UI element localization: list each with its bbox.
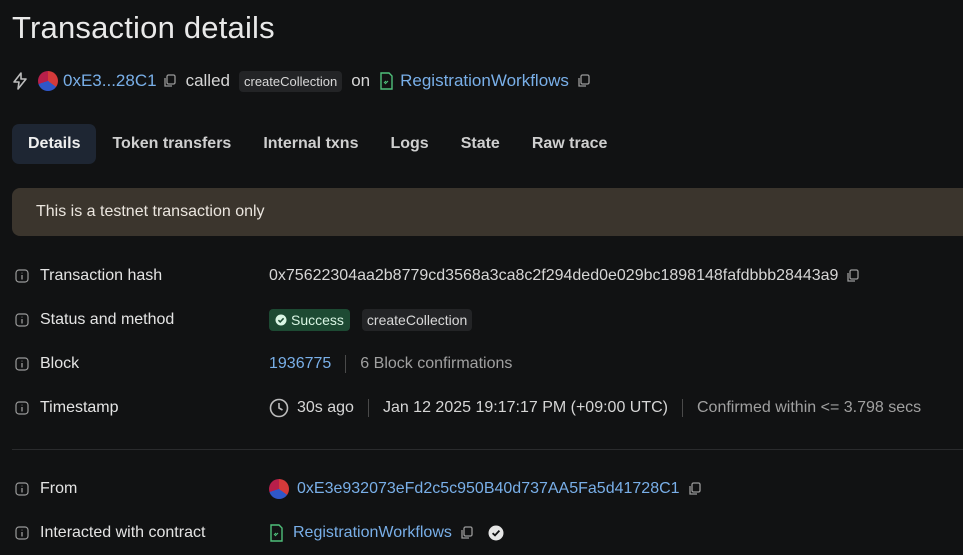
- copy-icon[interactable]: [688, 482, 702, 496]
- tab-internal-txns[interactable]: Internal txns: [247, 124, 374, 164]
- block-number-link[interactable]: 1936775: [269, 355, 331, 373]
- timestamp-label: Timestamp: [40, 399, 119, 416]
- timestamp-row: Timestamp 30s ago Jan 12 2025 19:17:17 P…: [15, 396, 963, 420]
- copy-icon[interactable]: [846, 269, 860, 283]
- separator: [367, 399, 369, 417]
- method-chip: createCollection: [238, 70, 343, 92]
- tx-hash-row: Transaction hash 0x75622304aa2b8779cd356…: [15, 264, 963, 288]
- tab-logs[interactable]: Logs: [374, 124, 444, 164]
- tab-token-transfers[interactable]: Token transfers: [96, 124, 247, 164]
- copy-icon[interactable]: [163, 74, 177, 88]
- on-text: on: [351, 71, 371, 90]
- from-label: From: [40, 480, 78, 497]
- method-chip: createCollection: [361, 309, 473, 331]
- from-avatar: [38, 71, 58, 91]
- status-text: Success: [291, 312, 344, 328]
- tab-bar: Details Token transfers Internal txns Lo…: [12, 124, 623, 164]
- tab-raw-trace[interactable]: Raw trace: [516, 124, 624, 164]
- contract-name-link[interactable]: RegistrationWorkflows: [400, 71, 569, 91]
- info-icon[interactable]: [15, 269, 29, 283]
- tab-state[interactable]: State: [445, 124, 516, 164]
- page-title: Transaction details: [12, 10, 275, 45]
- contract-icon: [379, 72, 394, 90]
- tx-hash-value: 0x75622304aa2b8779cd3568a3ca8c2f294ded0e…: [269, 267, 839, 284]
- copy-icon[interactable]: [577, 74, 591, 88]
- contract-label: Interacted with contract: [40, 524, 206, 541]
- separator: [345, 355, 347, 373]
- clock-icon: [269, 398, 289, 418]
- lightning-icon: [12, 71, 30, 91]
- separator: [682, 399, 683, 417]
- contract-icon: [269, 524, 284, 542]
- tx-hash-label: Transaction hash: [40, 267, 163, 284]
- info-icon[interactable]: [15, 401, 29, 415]
- called-text: called: [185, 71, 230, 90]
- copy-icon[interactable]: [460, 526, 474, 540]
- testnet-alert: This is a testnet transaction only: [12, 188, 963, 236]
- status-row: Status and method Success createCollecti…: [15, 308, 963, 332]
- status-badge: Success: [269, 309, 350, 331]
- section-divider: [12, 449, 963, 450]
- status-label: Status and method: [40, 311, 175, 328]
- from-address-link[interactable]: 0xE3e932073eFd2c5c950B40d737AA5Fa5d41728…: [297, 480, 680, 498]
- transaction-summary: 0xE3...28C1 called createCollection on R…: [12, 66, 591, 96]
- block-row: Block 1936775 6 Block confirmations: [15, 352, 963, 376]
- timestamp-absolute: Jan 12 2025 19:17:17 PM (+09:00 UTC): [382, 399, 668, 416]
- contract-row: Interacted with contract RegistrationWor…: [15, 521, 963, 545]
- from-avatar: [269, 479, 289, 499]
- from-row: From 0xE3e932073eFd2c5c950B40d737AA5Fa5d…: [15, 477, 963, 501]
- timestamp-relative: 30s ago: [297, 399, 354, 416]
- from-address-short-link[interactable]: 0xE3...28C1: [63, 71, 157, 91]
- info-icon[interactable]: [15, 526, 29, 540]
- contract-name-link[interactable]: RegistrationWorkflows: [293, 524, 452, 542]
- confirmation-duration: Confirmed within <= 3.798 secs: [697, 399, 922, 416]
- block-confirmations: 6 Block confirmations: [360, 355, 513, 372]
- alert-text: This is a testnet transaction only: [36, 203, 265, 220]
- block-label: Block: [40, 355, 80, 372]
- check-circle-icon: [275, 314, 287, 326]
- verified-check-icon: [488, 525, 504, 541]
- info-icon[interactable]: [15, 313, 29, 327]
- info-icon[interactable]: [15, 482, 29, 496]
- info-icon[interactable]: [15, 357, 29, 371]
- tab-details[interactable]: Details: [12, 124, 97, 164]
